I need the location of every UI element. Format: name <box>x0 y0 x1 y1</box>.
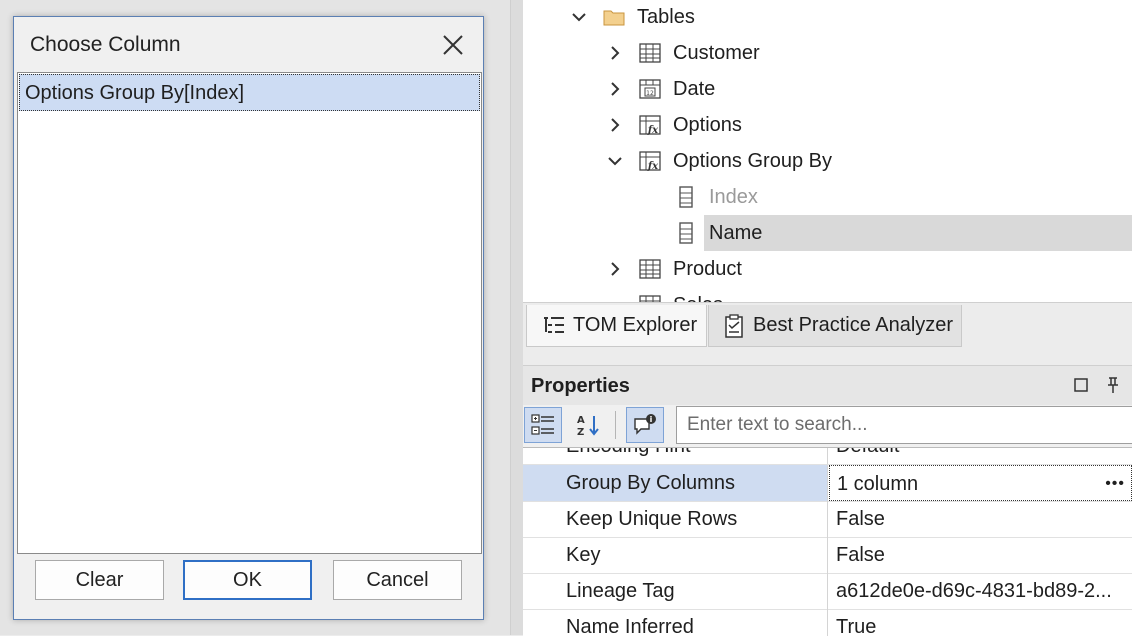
ok-button[interactable]: OK <box>183 560 312 600</box>
tree-node-label: Tables <box>637 6 695 28</box>
tree-node-sales[interactable]: Sales <box>523 287 1132 302</box>
table-icon <box>639 259 661 279</box>
properties-title: Properties <box>531 375 630 397</box>
table-icon <box>639 43 661 63</box>
tree-node-tables[interactable]: Tables <box>523 0 1132 35</box>
property-row[interactable]: Group By Columns 1 column ••• <box>523 465 1132 502</box>
tree-node-product[interactable]: Product <box>523 251 1132 287</box>
chevron-right-icon[interactable] <box>603 251 627 287</box>
svg-text:i: i <box>650 415 653 424</box>
folder-icon <box>603 10 625 26</box>
tree-list-icon <box>544 316 564 333</box>
sort-az-icon: A Z <box>577 415 599 438</box>
toolbar-separator <box>615 411 616 439</box>
property-search-input[interactable] <box>676 406 1132 444</box>
tree-node-label: Customer <box>673 42 760 64</box>
property-value-text: 1 column <box>837 473 919 495</box>
tab-tom-explorer[interactable]: TOM Explorer <box>526 305 707 347</box>
property-value[interactable]: False <box>829 537 1132 573</box>
description-button[interactable]: i <box>626 407 664 443</box>
property-value[interactable]: Default <box>829 448 1132 464</box>
calculated-table-icon: fx <box>639 151 661 172</box>
maximize-icon[interactable] <box>1074 378 1088 392</box>
choose-column-dialog: Choose Column Options Group By[Index] Cl… <box>13 16 484 620</box>
chevron-right-icon[interactable] <box>603 107 627 143</box>
properties-toolbar: A Z i <box>523 405 1132 447</box>
property-value[interactable]: a612de0e-d69c-4831-bd89-2... <box>829 573 1132 609</box>
tree-node-index[interactable]: Index <box>523 179 1132 215</box>
tab-label: Best Practice Analyzer <box>753 314 954 336</box>
chevron-right-icon[interactable] <box>603 71 627 107</box>
property-name: Key <box>523 537 828 573</box>
svg-text:12: 12 <box>646 90 654 97</box>
tom-explorer-tree[interactable]: Tables Customer 12 Date fx Options fx Op… <box>523 0 1132 302</box>
tree-node-label: Options <box>673 114 742 136</box>
property-row[interactable]: Keep Unique Rows False <box>523 501 1132 538</box>
categorized-button[interactable] <box>524 407 562 443</box>
column-icon <box>679 186 693 208</box>
property-value[interactable]: 1 column ••• <box>829 465 1132 501</box>
close-button[interactable] <box>435 27 471 63</box>
property-name: Keep Unique Rows <box>523 501 828 537</box>
property-row[interactable]: Name Inferred True <box>523 609 1132 636</box>
tab-best-practice-analyzer[interactable]: Best Practice Analyzer <box>708 305 962 347</box>
tree-node-label: Index <box>709 186 758 208</box>
property-grid[interactable]: Encoding Hint Default Group By Columns 1… <box>523 447 1132 636</box>
property-name: Name Inferred <box>523 609 828 636</box>
svg-text:fx: fx <box>647 161 659 172</box>
categorized-icon <box>531 414 554 435</box>
tree-node-label: Options Group By <box>673 150 832 172</box>
explorer-tab-strip: TOM Explorer Best Practice Analyzer <box>523 302 1132 353</box>
calculated-table-icon: fx <box>639 115 661 136</box>
pane-splitter[interactable] <box>510 0 523 635</box>
info-comment-icon: i <box>634 414 656 435</box>
tree-node-options-group-by[interactable]: fx Options Group By <box>523 143 1132 179</box>
clipboard-check-icon <box>725 313 743 338</box>
tree-node-label: Name <box>709 222 763 244</box>
alphabetical-button[interactable]: A Z <box>569 407 607 443</box>
tree-node-name[interactable]: Name <box>523 215 1132 251</box>
property-row[interactable]: Lineage Tag a612de0e-d69c-4831-bd89-2... <box>523 573 1132 610</box>
tree-node-label: Date <box>673 78 716 100</box>
property-value[interactable]: True <box>829 609 1132 636</box>
tree-node-label: Sales <box>673 294 723 302</box>
column-listbox[interactable]: Options Group By[Index] <box>17 72 482 554</box>
chevron-down-icon[interactable] <box>603 143 627 179</box>
property-name: Lineage Tag <box>523 573 828 609</box>
tab-label: TOM Explorer <box>573 314 698 336</box>
properties-header: Properties <box>523 365 1132 406</box>
list-item[interactable]: Options Group By[Index] <box>19 74 480 111</box>
cancel-button[interactable]: Cancel <box>333 560 462 600</box>
selection-highlight <box>704 215 1132 251</box>
dialog-title: Choose Column <box>30 33 181 56</box>
calendar-table-icon: 12 <box>639 79 661 99</box>
tree-node-label: Product <box>673 258 742 280</box>
property-value[interactable]: False <box>829 501 1132 537</box>
tree-node-customer[interactable]: Customer <box>523 35 1132 71</box>
chevron-right-icon[interactable] <box>603 35 627 71</box>
property-name: Encoding Hint <box>523 448 828 464</box>
tree-node-date[interactable]: 12 Date <box>523 71 1132 107</box>
svg-text:fx: fx <box>647 125 659 136</box>
svg-text:Z: Z <box>577 427 584 438</box>
pin-icon[interactable] <box>1105 376 1121 394</box>
clear-button[interactable]: Clear <box>35 560 164 600</box>
ellipsis-button[interactable]: ••• <box>1105 466 1125 500</box>
svg-text:A: A <box>577 415 585 426</box>
chevron-down-icon[interactable] <box>567 0 591 35</box>
table-icon <box>639 295 661 302</box>
column-icon <box>679 222 693 244</box>
property-row[interactable]: Encoding Hint Default <box>523 448 1132 465</box>
tree-node-options[interactable]: fx Options <box>523 107 1132 143</box>
property-row[interactable]: Key False <box>523 537 1132 574</box>
property-name: Group By Columns <box>523 465 828 501</box>
close-icon <box>443 35 463 55</box>
